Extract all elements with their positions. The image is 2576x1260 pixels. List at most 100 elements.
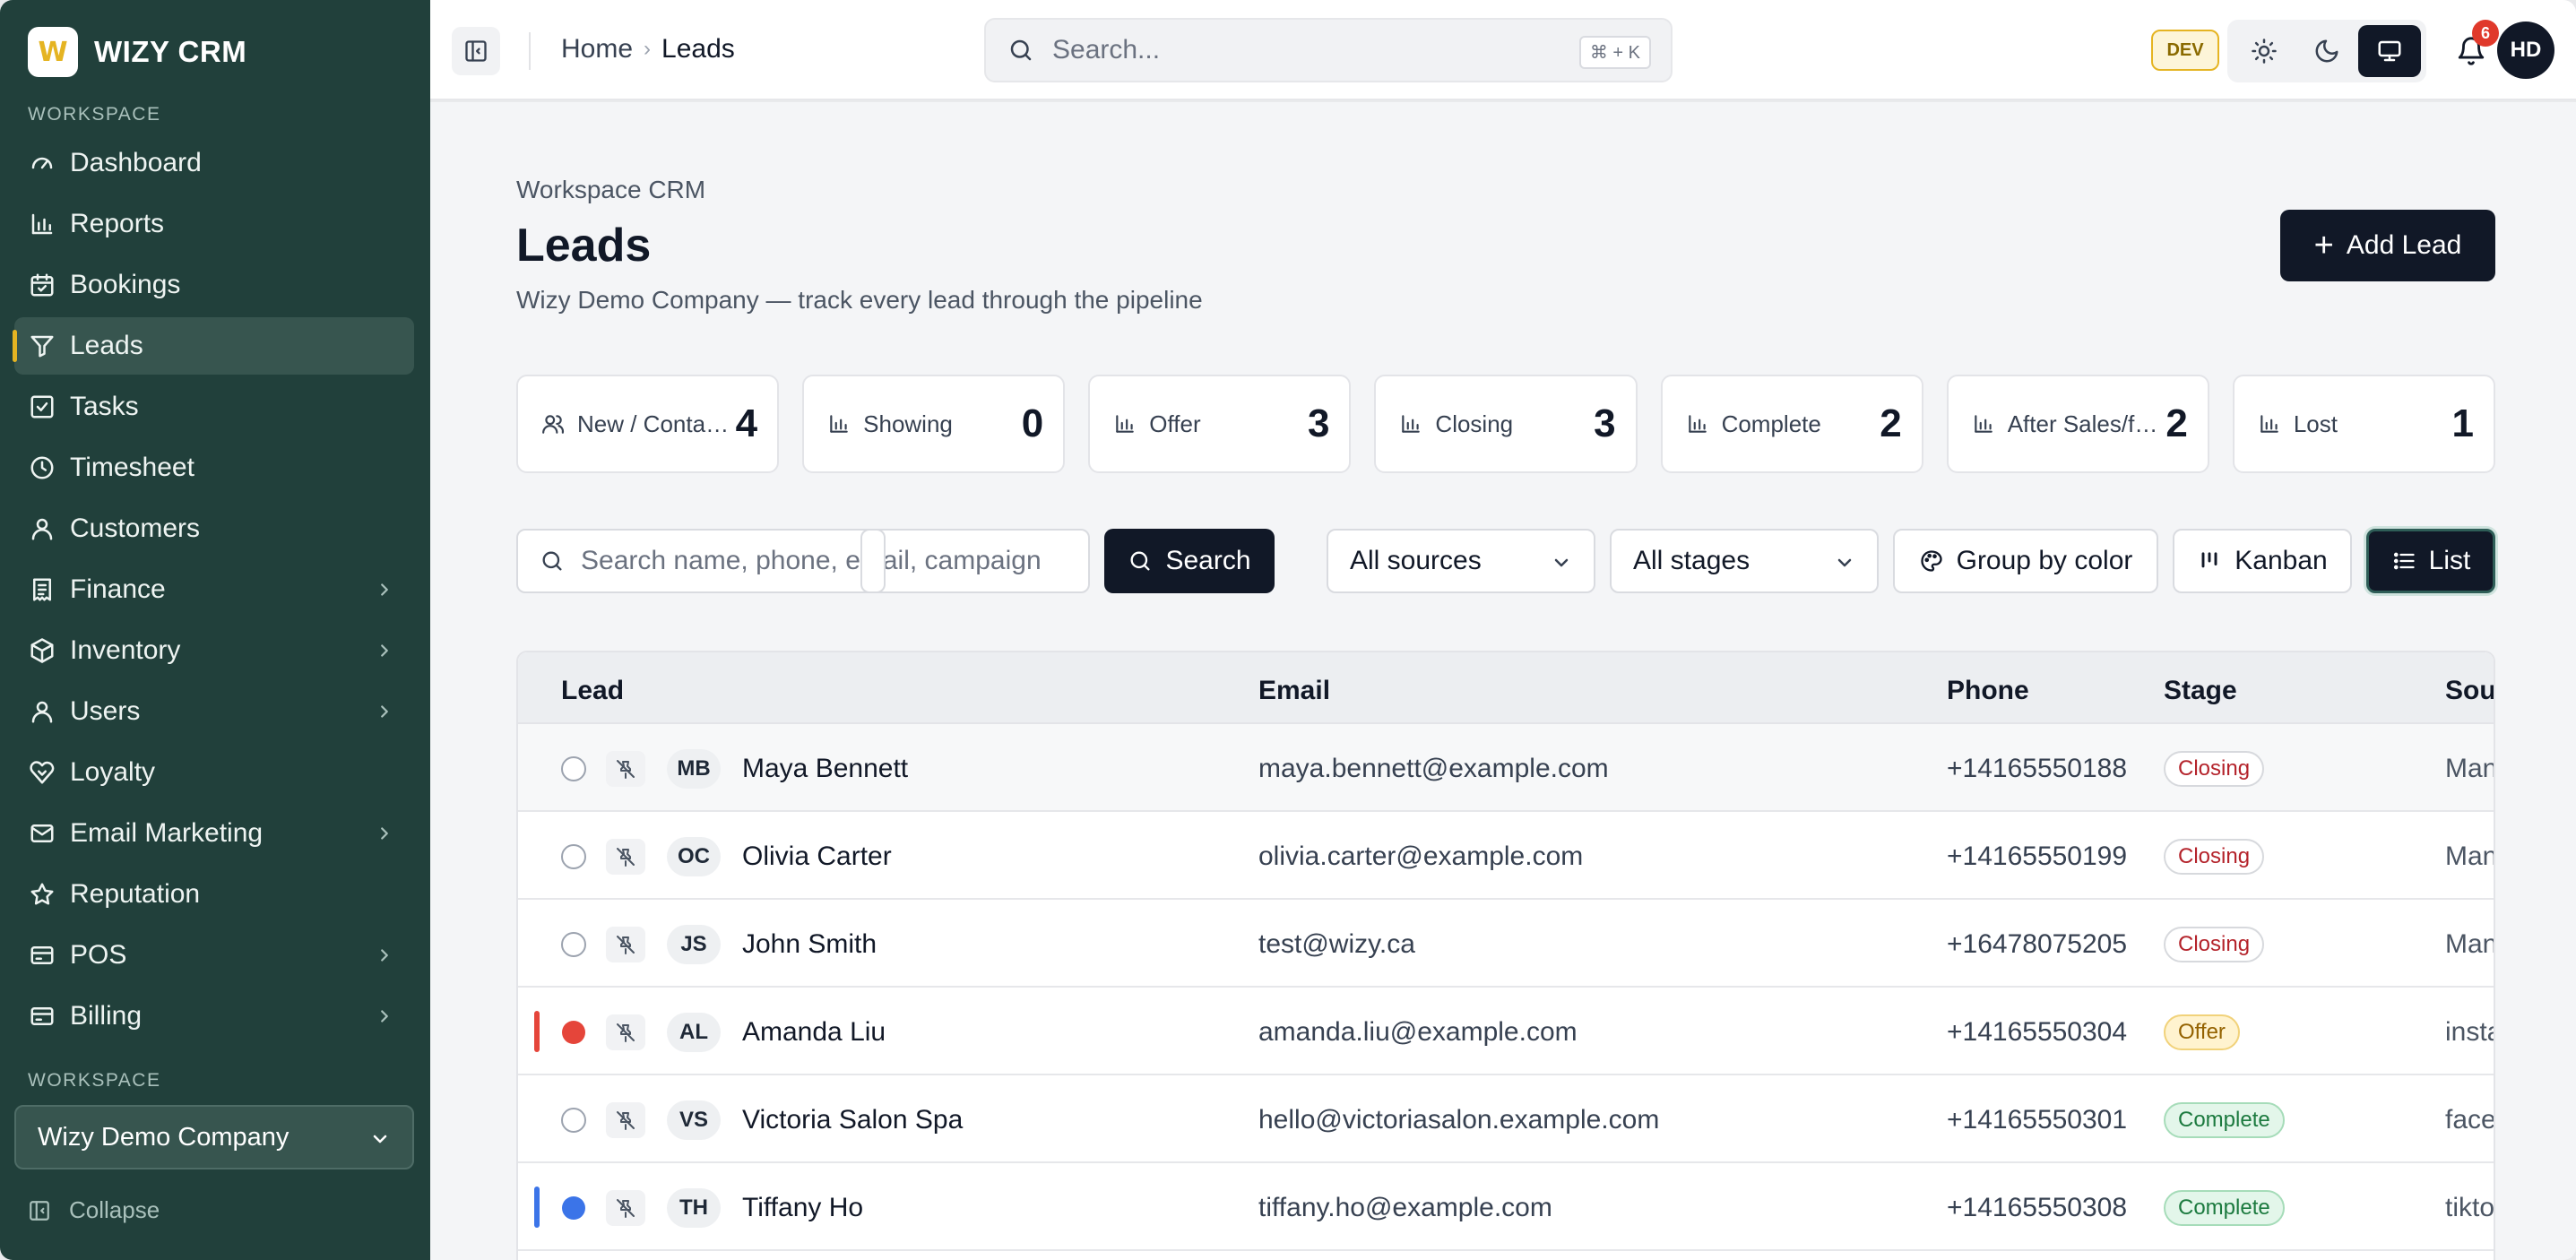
pin-off-icon [617,1199,635,1218]
lead-source: tiktok [2445,1193,2495,1222]
lead-name-link[interactable]: Victoria Salon Spa [742,1105,963,1135]
lead-search-field[interactable] [516,529,1090,593]
unpin-button[interactable] [606,1190,645,1226]
column-header-source[interactable]: Source [2445,676,2494,706]
sidebar-item-loyalty[interactable]: Loyalty [14,744,414,801]
lead-phone: +14165550304 [1947,1017,2128,1047]
chevron-down-icon [373,1135,387,1143]
sidebar-item-users[interactable]: Users [14,683,414,740]
column-header-email[interactable]: Email [1258,676,1330,706]
lead-name-link[interactable]: Tiffany Ho [742,1193,863,1223]
light-theme-button[interactable] [2233,25,2295,77]
stage-filter-select[interactable]: All stages [1610,529,1879,593]
chevron-right-icon [381,1010,388,1023]
sidebar-toggle-button[interactable] [452,27,500,75]
sidebar-item-finance[interactable]: Finance [14,561,414,618]
lead-search-input[interactable] [581,546,1083,576]
page-subtitle: Wizy Demo Company — track every lead thr… [516,286,1203,314]
stat-card[interactable]: Offer 3 [1088,375,1352,473]
table-row[interactable]: VS Victoria Salon Spa hello@victoriasalon.… [518,1075,2494,1163]
stat-card[interactable]: After Sales/follow-up2 [1946,375,2209,473]
lead-color-dot[interactable] [562,1196,585,1220]
group-by-color-button[interactable]: Group by color [1893,529,2158,593]
list-view-button[interactable]: List [2366,529,2495,593]
search-button[interactable]: Search [1104,529,1275,593]
sidebar-item-email-marketing[interactable]: Email Marketing [14,805,414,862]
lead-name-link[interactable]: Maya Bennett [742,754,908,784]
bar-chart-icon [2260,415,2278,433]
sidebar-item-dashboard[interactable]: Dashboard [14,134,414,192]
stat-card[interactable]: Complete 2 [1660,375,1923,473]
stat-card[interactable]: Lost 1 [2232,375,2495,473]
dark-theme-button[interactable] [2295,25,2358,77]
lead-select-radio[interactable] [561,932,586,957]
global-search-input[interactable]: Search... ⌘ + K [984,18,1673,82]
table-row[interactable]: JS John Smith test@wizy.ca +16478075205 Clos… [518,900,2494,988]
chevron-right-icon [381,705,388,718]
lead-name-link[interactable]: John Smith [742,929,877,960]
brand[interactable]: W WIZY CRM [28,27,246,77]
add-lead-button[interactable]: + Add Lead [2280,210,2495,281]
gauge-icon [31,157,53,169]
sidebar-item-tasks[interactable]: Tasks [14,378,414,436]
stage-badge: Closing [2164,751,2265,787]
user-avatar[interactable]: HD [2497,22,2554,79]
monitor-icon [2378,40,2401,62]
column-header-phone[interactable]: Phone [1947,676,2029,706]
stat-card[interactable]: Closing 3 [1374,375,1638,473]
unpin-button[interactable] [606,927,645,962]
sidebar-item-timesheet[interactable]: Timesheet [14,439,414,496]
sidebar-item-billing[interactable]: Billing [14,988,414,1045]
lead-name-link[interactable]: Olivia Carter [742,841,892,872]
panel-left-icon [465,40,487,62]
lead-source: instagram [2445,1017,2494,1047]
breadcrumb-home-link[interactable]: Home [561,34,633,65]
lead-select-radio[interactable] [561,756,586,781]
stat-label: Showing [863,410,953,437]
page-eyebrow: Workspace CRM [516,176,706,203]
table-row[interactable]: TH Tiffany Ho tiffany.ho@example.com +14165… [518,1163,2495,1251]
sidebar-item-bookings[interactable]: Bookings [14,256,414,314]
stat-card[interactable]: Showing 0 [802,375,1066,473]
stat-card[interactable]: New / Contacted4 [516,375,780,473]
lead-select-radio[interactable] [561,1108,586,1133]
lead-name-link[interactable]: Amanda Liu [742,1017,886,1048]
unpin-button[interactable] [606,839,645,875]
plus-icon: + [2313,227,2334,264]
table-row[interactable]: AL Amanda Liu amanda.liu@example.com +14165… [518,988,2494,1075]
lead-color-dot[interactable] [562,1021,585,1044]
sidebar-item-label: Tasks [70,392,139,421]
table-row[interactable]: OC Olivia Carter olivia.carter@example.com… [518,812,2494,900]
sidebar-item-reputation[interactable]: Reputation [14,866,414,923]
unpin-button[interactable] [606,1014,645,1050]
unpin-button[interactable] [606,1102,645,1138]
table-row[interactable]: MB Maya Bennett maya.bennett@example.com +1… [518,724,2494,812]
stat-value: 0 [1021,401,1044,445]
sidebar-item-pos[interactable]: POS [14,927,414,984]
collapse-sidebar-button[interactable]: Collapse [28,1196,160,1224]
bar-chart-icon [1688,415,1707,433]
chevron-down-icon [1554,558,1569,567]
unpin-button[interactable] [606,751,645,787]
workspace-select[interactable]: Wizy Demo Company [14,1105,414,1169]
pin-off-icon [617,1111,635,1130]
chevron-right-icon [381,949,388,962]
checkbox-icon [30,395,54,419]
sidebar-item-reports[interactable]: Reports [14,195,414,253]
sidebar-item-label: POS [70,940,127,970]
column-header-stage[interactable]: Stage [2164,676,2237,706]
kanban-view-button[interactable]: Kanban [2173,529,2352,593]
system-theme-button[interactable] [2358,25,2421,77]
lead-initials-avatar: OC [667,837,721,876]
sidebar-item-label: Email Marketing [70,818,264,848]
sidebar-item-leads[interactable]: Leads [13,317,414,375]
sidebar-item-inventory[interactable]: Inventory [14,622,414,679]
lead-select-radio[interactable] [561,844,586,869]
main-content: Workspace CRM Leads Wizy Demo Company — … [430,102,2576,1260]
sidebar-item-customers[interactable]: Customers [14,500,414,557]
stat-label: After Sales/follow-up [2007,410,2160,437]
panel-collapse-icon [30,1200,49,1221]
source-filter-select[interactable]: All sources [1327,529,1595,593]
lead-initials-avatar: JS [667,925,721,964]
column-header-lead[interactable]: Lead [561,676,624,706]
